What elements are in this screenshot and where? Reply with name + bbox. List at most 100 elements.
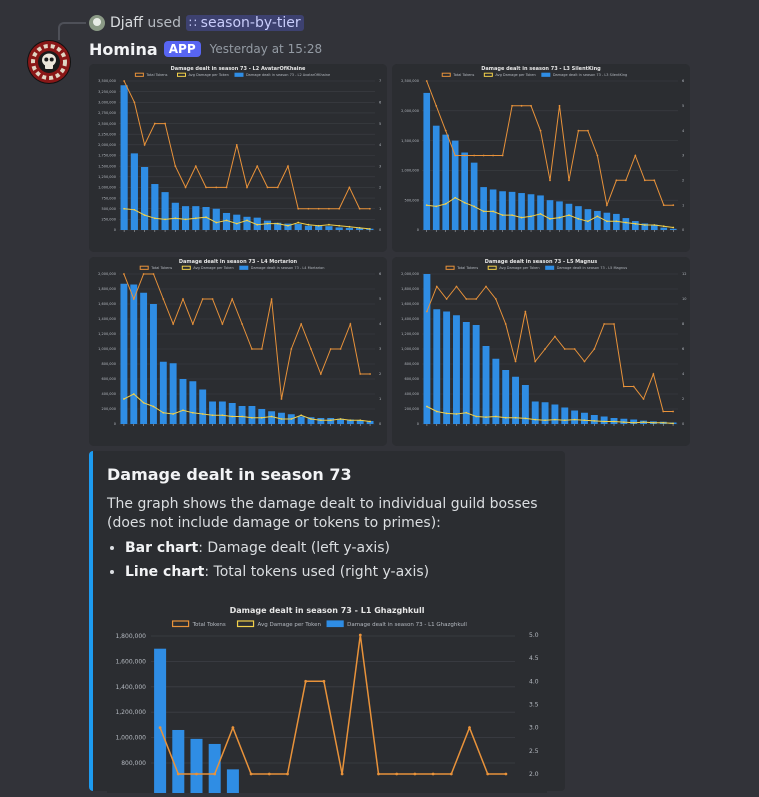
total-tokens-line-point (622, 385, 625, 388)
total-tokens-line-point (605, 204, 608, 207)
total-tokens-line-point (205, 186, 207, 189)
avg-damage-line-point (143, 214, 146, 217)
total-tokens-line-point (549, 179, 551, 182)
damage-bar (159, 361, 167, 424)
author-name[interactable]: Homina (89, 40, 158, 59)
avg-damage-line-point (266, 222, 269, 225)
chart-image-l2[interactable]: Damage dealt in season 73 - L2 AvatarOfK… (89, 64, 387, 252)
total-tokens-line-point (123, 273, 125, 275)
embed-chart-image[interactable]: Damage dealt in season 73 - L1 Ghazghkul… (107, 603, 547, 793)
avg-damage-line-point (329, 419, 332, 422)
avg-damage-line-point (338, 224, 341, 227)
total-tokens-line-point (511, 104, 513, 107)
y2-tick-label: 2.0 (529, 771, 539, 778)
y2-tick-label: 7 (379, 79, 381, 83)
chart-image-l5[interactable]: Damage dealt in season 73 - L5 Magnus Tot… (392, 257, 690, 446)
damage-bar (565, 203, 573, 230)
total-tokens-line-point (672, 204, 675, 207)
avg-damage-line-point (642, 421, 645, 424)
y-tick-label: 1,500,000 (401, 139, 419, 143)
total-tokens-line-point (632, 385, 635, 388)
total-tokens-line-point (368, 207, 371, 210)
legend-avg-damage-label: Avg Damage per Token (499, 266, 539, 270)
total-tokens-line-point (142, 273, 145, 275)
avatar[interactable] (27, 40, 71, 84)
total-tokens-line-point (554, 335, 556, 338)
slash-command[interactable]: ∷ season-by-tier (186, 15, 304, 31)
avg-damage-line-point (133, 208, 136, 211)
total-tokens-line-point (449, 772, 453, 776)
chart-image-l3[interactable]: Damage dealt in season 73 - L3 SilentKin… (392, 64, 690, 252)
avg-damage-line-point (603, 420, 606, 423)
avg-damage-line-point (142, 401, 145, 404)
y-tick-label: 1,400,000 (401, 317, 419, 321)
total-tokens-line-point (573, 348, 576, 350)
total-tokens-line-point (201, 298, 204, 300)
total-tokens-line-point (349, 323, 352, 325)
y-tick-label: 3,000,000 (98, 101, 116, 105)
total-tokens-line-point (164, 122, 166, 125)
avg-damage-line-point (544, 419, 546, 422)
avg-damage-line-point (368, 228, 371, 230)
damage-bar (154, 648, 167, 793)
damage-bar (508, 191, 516, 230)
y-tick-label: 1,250,000 (98, 175, 116, 179)
reply-user[interactable]: Djaff (110, 15, 143, 31)
y-tick-label: 1,500,000 (98, 164, 116, 168)
y-tick-label: 1,200,000 (115, 709, 146, 716)
total-tokens-line-point (558, 104, 561, 107)
y2-tick-label: 2 (379, 186, 381, 190)
avg-damage-line-point (482, 210, 485, 213)
damage-bar (226, 769, 239, 793)
damage-bar (482, 346, 490, 424)
embed-bullet-list: Bar chart: Damage dealt (left y-axis) Li… (107, 539, 547, 582)
y2-tick-label: 3.5 (529, 702, 539, 709)
reply-user-avatar[interactable] (89, 15, 105, 31)
total-tokens-line-point (270, 298, 273, 300)
y-tick-label: 800,000 (102, 362, 116, 366)
avg-damage-line-point (587, 220, 589, 223)
total-tokens-line-point (307, 207, 310, 210)
y-tick-label: 1,400,000 (115, 684, 146, 691)
total-tokens-line-point (454, 154, 457, 157)
total-tokens-line-point (504, 772, 508, 776)
total-tokens-line-point (358, 207, 361, 210)
total-tokens-line-point (176, 772, 180, 776)
reply-context[interactable]: Djaff used ∷ season-by-tier (89, 13, 304, 33)
damage-bar (151, 184, 159, 230)
legend-damage-swatch (545, 265, 555, 270)
damage-bar (335, 227, 343, 230)
avg-damage-line-point (260, 416, 263, 419)
total-tokens-line-point (662, 204, 665, 207)
total-tokens-line-point (338, 207, 341, 210)
avg-damage-line-point (132, 393, 135, 395)
bullet-text: : Damage dealt (left y-axis) (198, 540, 391, 556)
y-tick-label: 2,000,000 (401, 109, 419, 113)
damage-bar (218, 401, 226, 424)
total-tokens-line-point (123, 80, 126, 82)
total-tokens-line-point (194, 165, 197, 168)
damage-bar (297, 416, 305, 424)
chart-image-l4[interactable]: Damage dealt in season 73 - L4 Mortarion… (89, 257, 387, 446)
y-tick-label: 0 (114, 422, 116, 426)
y-tick-label: 0 (417, 228, 419, 232)
total-tokens-line-point (445, 298, 448, 300)
legend-damage-label: Damage dealt in season 73 - L1 Ghazghkul… (347, 622, 467, 628)
y2-tick-label: 3 (682, 154, 684, 158)
embed-card: Damage dealt in season 73 The graph show… (89, 451, 565, 793)
total-tokens-line-point (319, 373, 322, 375)
damage-bar (480, 187, 487, 230)
avg-damage-line-point (672, 226, 675, 229)
avg-damage-line-point (246, 219, 248, 222)
damage-bar (632, 221, 639, 230)
legend-damage-swatch (239, 265, 249, 270)
avg-damage-line-point (328, 223, 330, 226)
avg-damage-line-point (634, 222, 637, 225)
avg-damage-line-point (123, 207, 126, 210)
avg-damage-line-point (310, 418, 312, 420)
damage-bar (556, 201, 563, 230)
damage-bar (472, 325, 480, 424)
damage-bar (294, 224, 302, 230)
damage-bar (189, 381, 197, 424)
timestamp[interactable]: Yesterday at 15:28 (210, 42, 323, 56)
